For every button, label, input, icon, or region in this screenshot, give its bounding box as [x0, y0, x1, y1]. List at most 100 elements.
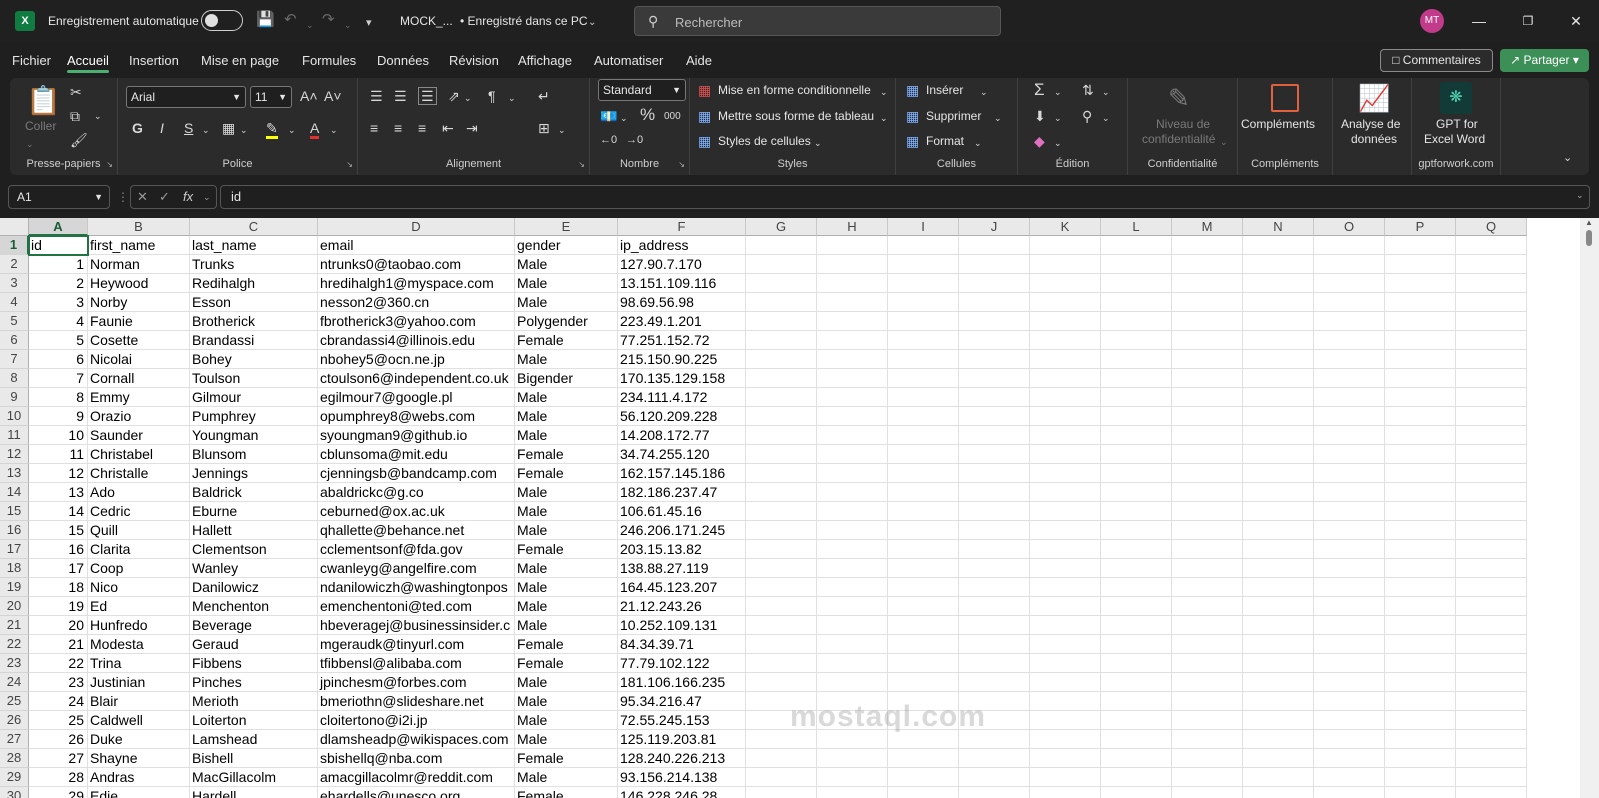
empty-cell[interactable]: [1243, 597, 1314, 616]
cell-d1[interactable]: email: [318, 236, 515, 255]
empty-cell[interactable]: [817, 388, 888, 407]
cell-d29[interactable]: amacgillacolmr@reddit.com: [318, 768, 515, 787]
empty-cell[interactable]: [1243, 502, 1314, 521]
empty-cell[interactable]: [959, 521, 1030, 540]
row-header[interactable]: 1: [0, 236, 29, 255]
empty-cell[interactable]: [1314, 445, 1385, 464]
cell-a28[interactable]: 27: [29, 749, 88, 768]
cell-b8[interactable]: Cornall: [88, 369, 190, 388]
row-header[interactable]: 17: [0, 540, 29, 559]
empty-cell[interactable]: [817, 350, 888, 369]
empty-cell[interactable]: [1456, 635, 1527, 654]
empty-cell[interactable]: [1172, 749, 1243, 768]
empty-cell[interactable]: [1101, 426, 1172, 445]
chevron-down-icon[interactable]: ⌄: [1054, 110, 1062, 126]
cell-e8[interactable]: Bigender: [515, 369, 618, 388]
empty-cell[interactable]: [1385, 673, 1456, 692]
tab-revision[interactable]: Révision: [449, 53, 499, 68]
expand-formula-icon[interactable]: ⌄: [1576, 190, 1584, 201]
cell-d8[interactable]: ctoulson6@independent.co.uk: [318, 369, 515, 388]
cell-c26[interactable]: Loiterton: [190, 711, 318, 730]
empty-cell[interactable]: [1314, 255, 1385, 274]
row-header[interactable]: 14: [0, 483, 29, 502]
empty-cell[interactable]: [1101, 236, 1172, 255]
column-header-f[interactable]: F: [618, 218, 746, 236]
empty-cell[interactable]: [1456, 540, 1527, 559]
save-status[interactable]: • Enregistré dans ce PC: [460, 14, 588, 28]
empty-cell[interactable]: [1172, 616, 1243, 635]
cell-c11[interactable]: Youngman: [190, 426, 318, 445]
increase-decimal-icon[interactable]: ←0: [600, 132, 617, 148]
empty-cell[interactable]: [1243, 749, 1314, 768]
cell-d3[interactable]: hredihalgh1@myspace.com: [318, 274, 515, 293]
empty-cell[interactable]: [1243, 464, 1314, 483]
tab-affichage[interactable]: Affichage: [518, 53, 572, 68]
empty-cell[interactable]: [1456, 616, 1527, 635]
empty-cell[interactable]: [1456, 730, 1527, 749]
empty-cell[interactable]: [1314, 673, 1385, 692]
column-header-l[interactable]: L: [1101, 218, 1172, 236]
chevron-down-icon[interactable]: ⌄: [994, 110, 1002, 126]
row-header[interactable]: 8: [0, 369, 29, 388]
chevron-down-icon[interactable]: ⌄: [1220, 134, 1228, 150]
column-header-m[interactable]: M: [1172, 218, 1243, 236]
empty-cell[interactable]: [1385, 426, 1456, 445]
cell-f2[interactable]: 127.90.7.170: [618, 255, 746, 274]
empty-cell[interactable]: [1101, 445, 1172, 464]
tab-automatiser[interactable]: Automatiser: [594, 53, 663, 68]
cell-a1[interactable]: id: [28, 235, 89, 256]
format-cells-button[interactable]: Format: [926, 134, 964, 148]
number-format-select[interactable]: Standard ▼: [598, 79, 686, 101]
cell-f24[interactable]: 181.106.166.235: [618, 673, 746, 692]
empty-cell[interactable]: [1101, 730, 1172, 749]
empty-cell[interactable]: [1456, 483, 1527, 502]
empty-cell[interactable]: [959, 540, 1030, 559]
empty-cell[interactable]: [746, 635, 817, 654]
empty-cell[interactable]: [1456, 312, 1527, 331]
cell-c13[interactable]: Jennings: [190, 464, 318, 483]
empty-cell[interactable]: [1030, 540, 1101, 559]
empty-cell[interactable]: [1172, 483, 1243, 502]
tab-aide[interactable]: Aide: [686, 53, 712, 68]
cell-e22[interactable]: Female: [515, 635, 618, 654]
empty-cell[interactable]: [1314, 749, 1385, 768]
cell-a6[interactable]: 5: [29, 331, 88, 350]
empty-cell[interactable]: [1030, 312, 1101, 331]
empty-cell[interactable]: [1030, 730, 1101, 749]
cell-c14[interactable]: Baldrick: [190, 483, 318, 502]
empty-cell[interactable]: [1314, 559, 1385, 578]
undo-dropdown-icon[interactable]: ⌄: [306, 16, 314, 34]
empty-cell[interactable]: [888, 350, 959, 369]
empty-cell[interactable]: [1172, 388, 1243, 407]
empty-cell[interactable]: [1172, 407, 1243, 426]
empty-cell[interactable]: [817, 407, 888, 426]
empty-cell[interactable]: [959, 597, 1030, 616]
empty-cell[interactable]: [888, 293, 959, 312]
empty-cell[interactable]: [1314, 407, 1385, 426]
row-header[interactable]: 28: [0, 749, 29, 768]
ribbon-collapse-icon[interactable]: ⌄: [1563, 150, 1572, 166]
cell-c21[interactable]: Beverage: [190, 616, 318, 635]
cell-e24[interactable]: Male: [515, 673, 618, 692]
orientation-icon[interactable]: ⇗: [448, 88, 460, 104]
cell-d10[interactable]: opumphrey8@webs.com: [318, 407, 515, 426]
align-right-icon[interactable]: ≡: [418, 120, 426, 136]
empty-cell[interactable]: [1243, 635, 1314, 654]
customize-toolbar-icon[interactable]: ▾: [366, 14, 372, 32]
empty-cell[interactable]: [817, 616, 888, 635]
empty-cell[interactable]: [1172, 578, 1243, 597]
empty-cell[interactable]: [1385, 312, 1456, 331]
cell-d2[interactable]: ntrunks0@taobao.com: [318, 255, 515, 274]
empty-cell[interactable]: [1456, 407, 1527, 426]
empty-cell[interactable]: [1456, 350, 1527, 369]
cell-d22[interactable]: mgeraudk@tinyurl.com: [318, 635, 515, 654]
empty-cell[interactable]: [1243, 540, 1314, 559]
empty-cell[interactable]: [888, 616, 959, 635]
row-header[interactable]: 20: [0, 597, 29, 616]
save-icon[interactable]: 💾: [256, 11, 275, 29]
chevron-down-icon[interactable]: ⌄: [620, 110, 628, 126]
empty-cell[interactable]: [1385, 483, 1456, 502]
select-all-corner[interactable]: [0, 218, 29, 236]
empty-cell[interactable]: [746, 388, 817, 407]
empty-cell[interactable]: [1243, 255, 1314, 274]
